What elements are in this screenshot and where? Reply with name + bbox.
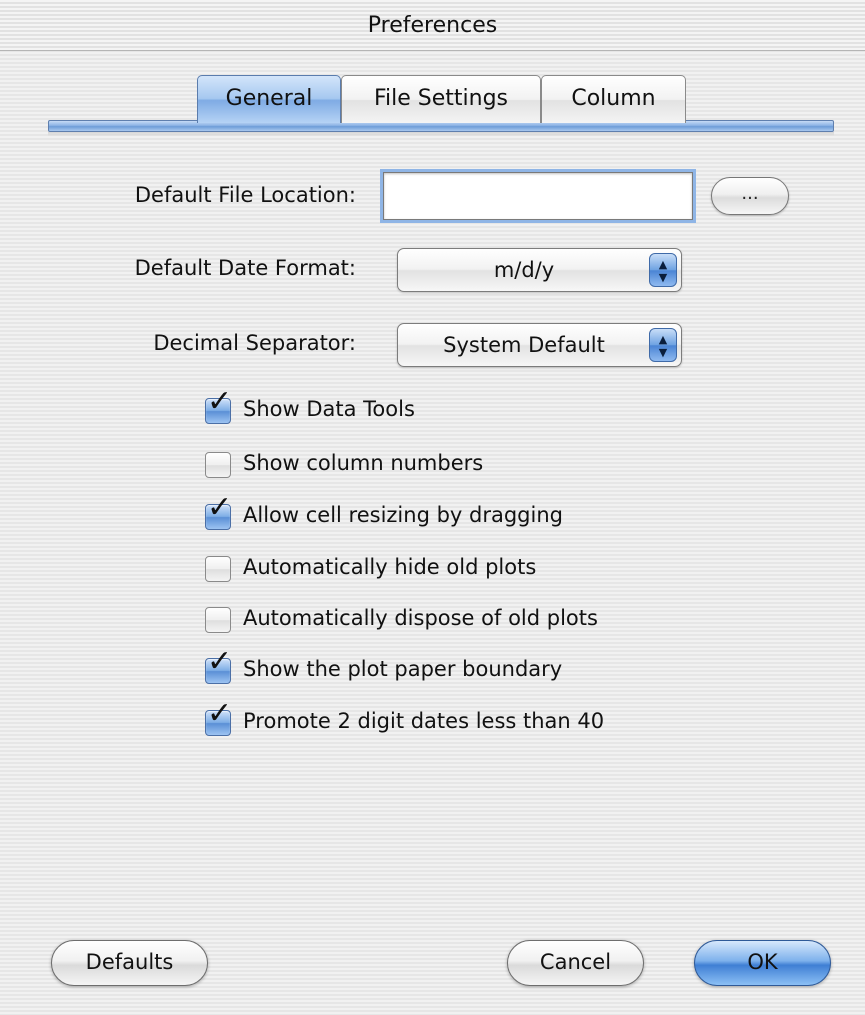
- checkbox-box[interactable]: ✓: [205, 647, 232, 684]
- title-bar[interactable]: Preferences: [0, 0, 865, 51]
- up-down-arrows-icon: ▲ ▼: [649, 328, 677, 362]
- tab-general[interactable]: General: [197, 75, 341, 123]
- tab-bar-shadow: [48, 132, 834, 136]
- decimal-separator-value: System Default: [443, 333, 605, 357]
- default-date-format-label: Default Date Format:: [134, 256, 356, 280]
- tab-column[interactable]: Column: [541, 75, 686, 123]
- checkbox-label: Show the plot paper boundary: [243, 657, 563, 681]
- checkbox-label: Automatically hide old plots: [243, 555, 537, 579]
- checkbox-label: Show Data Tools: [243, 397, 415, 421]
- decimal-separator-label: Decimal Separator:: [153, 331, 356, 355]
- date-format-popup[interactable]: m/d/y ▲ ▼: [397, 248, 682, 292]
- checkbox-box[interactable]: [205, 452, 231, 478]
- checkmark-icon: ✓: [207, 384, 233, 419]
- default-file-location-label: Default File Location:: [134, 183, 356, 207]
- checkbox-box[interactable]: ✓: [205, 699, 232, 736]
- browse-button[interactable]: ...: [711, 177, 789, 215]
- checkbox-label: Promote 2 digit dates less than 40: [243, 709, 605, 733]
- cancel-button[interactable]: Cancel: [507, 940, 644, 986]
- up-down-arrows-icon: ▲ ▼: [649, 253, 677, 287]
- checkmark-icon: ✓: [207, 644, 233, 679]
- checkbox-box[interactable]: [205, 607, 231, 633]
- decimal-separator-popup[interactable]: System Default ▲ ▼: [397, 323, 682, 367]
- default-file-location-input[interactable]: [383, 172, 693, 220]
- tab-file-settings[interactable]: File Settings: [341, 75, 541, 123]
- checkbox-box[interactable]: ✓: [205, 387, 232, 424]
- checkmark-icon: ✓: [207, 696, 233, 731]
- defaults-button[interactable]: Defaults: [51, 940, 208, 986]
- checkbox-label: Allow cell resizing by dragging: [243, 503, 563, 527]
- preferences-window: Preferences General File Settings Column…: [0, 0, 865, 1015]
- checkbox-label: Automatically dispose of old plots: [243, 606, 598, 630]
- date-format-value: m/d/y: [493, 258, 555, 282]
- window-title: Preferences: [367, 13, 498, 38]
- checkbox-box[interactable]: ✓: [205, 493, 232, 530]
- checkbox-label: Show column numbers: [243, 451, 484, 475]
- checkbox-box[interactable]: [205, 556, 231, 582]
- ok-button[interactable]: OK: [694, 940, 831, 986]
- checkmark-icon: ✓: [207, 490, 233, 525]
